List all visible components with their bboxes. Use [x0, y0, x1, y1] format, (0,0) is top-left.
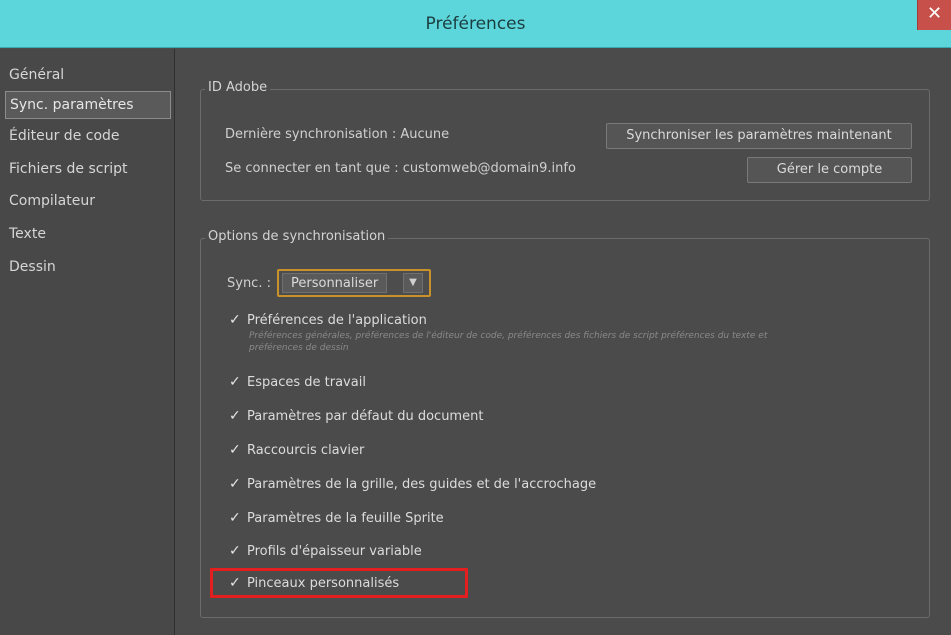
sync-label: Sync. : — [227, 276, 271, 291]
checkbox-label: Profils d'épaisseur variable — [247, 543, 422, 559]
checkbox-document-defaults[interactable]: ✓ Paramètres par défaut du document — [229, 406, 483, 426]
title-bar[interactable]: Préférences ✕ — [0, 0, 951, 48]
sync-mode-dropdown[interactable]: Personnaliser ▼ — [277, 269, 431, 297]
sync-now-button[interactable]: Synchroniser les paramètres maintenant — [606, 123, 912, 149]
checkbox-label: Paramètres de la grille, des guides et d… — [247, 476, 597, 492]
close-icon[interactable]: ✕ — [917, 0, 951, 30]
checkbox-label: Espaces de travail — [247, 374, 366, 390]
sidebar-item-script-files[interactable]: Fichiers de script — [5, 156, 171, 184]
checkbox-label: Préférences de l'application — [247, 312, 427, 328]
sidebar-item-drawing[interactable]: Dessin — [5, 254, 171, 282]
chevron-down-icon: ▼ — [403, 273, 423, 293]
checkbox-workspaces[interactable]: ✓ Espaces de travail — [229, 372, 366, 392]
sync-mode-value: Personnaliser — [282, 273, 388, 293]
app-preferences-description: Préférences générales, préférences de l'… — [249, 331, 768, 353]
sidebar-item-code-editor[interactable]: Éditeur de code — [5, 123, 171, 151]
adobe-id-group-label: ID Adobe — [205, 80, 271, 95]
checkmark-icon: ✓ — [229, 373, 241, 390]
checkmark-icon: ✓ — [229, 475, 241, 492]
checkmark-icon: ✓ — [229, 509, 241, 526]
checkmark-icon: ✓ — [229, 311, 241, 328]
checkbox-keyboard-shortcuts[interactable]: ✓ Raccourcis clavier — [229, 440, 364, 460]
manage-account-button[interactable]: Gérer le compte — [747, 157, 912, 183]
sidebar: Général Sync. paramètres Éditeur de code… — [0, 49, 175, 635]
checkmark-icon: ✓ — [229, 542, 241, 559]
checkbox-sprite-sheet[interactable]: ✓ Paramètres de la feuille Sprite — [229, 508, 444, 528]
checkmark-icon: ✓ — [229, 407, 241, 424]
connected-as-text: Se connecter en tant que : customweb@dom… — [225, 161, 576, 176]
checkmark-icon: ✓ — [229, 441, 241, 458]
checkbox-label: Paramètres par défaut du document — [247, 408, 484, 424]
highlight-box — [210, 568, 468, 598]
last-sync-text: Dernière synchronisation : Aucune — [225, 127, 450, 142]
checkbox-variable-width-profiles[interactable]: ✓ Profils d'épaisseur variable — [229, 541, 422, 561]
sidebar-item-compiler[interactable]: Compilateur — [5, 188, 171, 216]
sidebar-item-general[interactable]: Général — [5, 62, 171, 90]
sync-options-group-label: Options de synchronisation — [205, 229, 389, 244]
checkbox-grid-guides-snapping[interactable]: ✓ Paramètres de la grille, des guides et… — [229, 474, 596, 494]
checkbox-label: Raccourcis clavier — [247, 442, 365, 458]
preferences-dialog: Préférences ✕ Général Sync. paramètres É… — [0, 0, 951, 635]
sidebar-item-text[interactable]: Texte — [5, 221, 171, 249]
checkbox-label: Paramètres de la feuille Sprite — [247, 510, 444, 526]
sidebar-item-sync-settings[interactable]: Sync. paramètres — [5, 91, 171, 119]
window-title: Préférences — [425, 14, 526, 34]
checkbox-app-preferences[interactable]: ✓ Préférences de l'application — [229, 310, 427, 330]
